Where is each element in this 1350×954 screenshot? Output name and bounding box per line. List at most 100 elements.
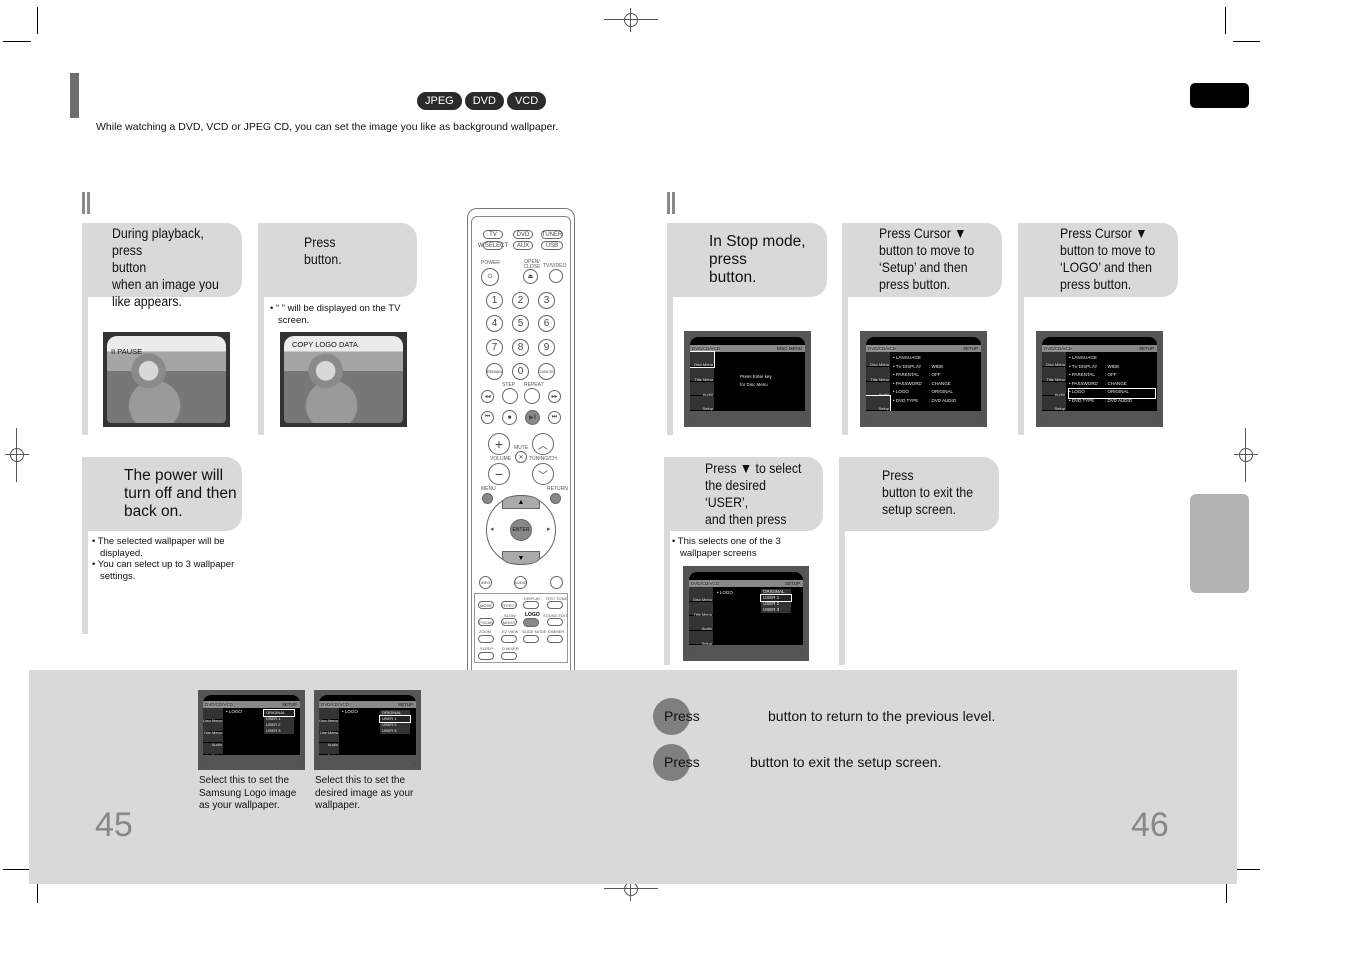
step-bubble: The power will turn off and then back on… (82, 457, 242, 531)
d-mixer-button[interactable] (501, 652, 517, 660)
volume-down-button[interactable]: − (488, 463, 510, 485)
mute-button[interactable]: ✕ (515, 451, 527, 463)
remain-button[interactable]: REMAIN (486, 363, 503, 380)
ez-view-label: EZ VIEW (502, 629, 519, 634)
usb-button[interactable]: USB (541, 241, 563, 250)
tv-screen-setup: DVD/CD/VCD SETUP Disc Menu Title Menu Aud… (860, 331, 987, 427)
crop-mark (1233, 41, 1260, 42)
cursor-down-button[interactable]: ▼ (502, 551, 540, 565)
rewind-button[interactable]: ◂◂ (481, 390, 494, 403)
logo-button[interactable] (523, 618, 539, 627)
title-bar-marker (70, 73, 79, 118)
mo-st-button[interactable]: MO/ST (501, 618, 517, 626)
tip-press: Press (664, 708, 700, 724)
section-marker (82, 192, 90, 214)
dimmer-button[interactable] (547, 635, 563, 643)
play-pause-button[interactable]: ▶‖ (525, 410, 540, 425)
step-bubble: Press Cursor ▼ button to move to ‘Setup’… (842, 223, 1002, 297)
prev-button[interactable]: ⏮ (481, 411, 494, 424)
step-bubble: Press button. (258, 223, 417, 297)
tip-exit-text: button to exit the setup screen. (750, 754, 942, 770)
wselect-button[interactable]: W.SELECT (478, 241, 508, 250)
digit-6-button[interactable]: 6 (538, 315, 555, 332)
power-label: POWER (481, 260, 500, 266)
sleep-button[interactable] (478, 652, 494, 660)
cursor-left-button[interactable]: ◂ (490, 525, 494, 533)
fast-forward-button[interactable]: ▸▸ (548, 390, 561, 403)
step-button[interactable] (502, 388, 518, 404)
chapter-tab (1190, 83, 1249, 108)
test-tone-button[interactable] (547, 601, 563, 609)
d-mixer-label: D.MIXER (502, 646, 519, 651)
enter-button[interactable]: ENTER (510, 519, 532, 541)
open-close-button[interactable]: ⏏ (523, 269, 538, 284)
dvd-button[interactable]: DVD (513, 230, 533, 239)
stop-button[interactable]: ■ (502, 410, 517, 425)
tuner-button[interactable]: TUNER (541, 230, 563, 239)
step-text: Press button to exit the setup screen. (882, 467, 974, 517)
step-text: Press Cursor ▼ button to move to ‘Setup’… (879, 225, 975, 292)
subtitle-button[interactable] (550, 576, 563, 589)
digit-7-button[interactable]: 7 (486, 339, 503, 356)
tuning-label: TUNING/CH (529, 456, 557, 462)
return-button[interactable] (550, 493, 561, 504)
page-number-left: 45 (95, 806, 133, 844)
intro-text: While watching a DVD, VCD or JPEG CD, yo… (96, 121, 559, 133)
aux-button[interactable]: AUX (513, 241, 533, 250)
audio-button[interactable]: AUDIO (514, 576, 527, 589)
p-scan-button[interactable]: P.SCAN (478, 618, 494, 626)
page-number-right: 46 (1131, 806, 1169, 844)
tv-screen-setup-logo: DVD/CD/VCD SETUP Disc Menu Title Menu Aud… (1036, 331, 1163, 427)
digit-3-button[interactable]: 3 (538, 292, 555, 309)
power-button[interactable]: ⏻ (481, 268, 499, 286)
disc-type-badges: JPEG DVD VCD (417, 92, 547, 110)
volume-up-button[interactable]: + (488, 433, 510, 455)
step-bubble: During playback, press button when an im… (82, 223, 242, 309)
tuning-up-button[interactable]: ︿ (532, 433, 554, 455)
digit-0-button[interactable]: 0 (512, 363, 529, 380)
info-button[interactable]: INFO (479, 576, 492, 589)
zoom-button[interactable] (478, 635, 494, 643)
effect-button[interactable]: EFFECT (501, 601, 517, 609)
remote-control: TV DVD TUNER W.SELECT AUX USB POWER OPEN… (467, 208, 575, 728)
cursor-right-button[interactable]: ▸ (547, 525, 551, 533)
digit-8-button[interactable]: 8 (512, 339, 529, 356)
digit-1-button[interactable]: 1 (486, 292, 503, 309)
tv-button[interactable]: TV (483, 230, 503, 239)
slide-mode-button[interactable] (523, 635, 539, 643)
display-button[interactable] (523, 601, 539, 609)
tv-screen-disc-menu: DVD/CD/VCD DISC MENU Disc Menu Title Menu… (684, 331, 811, 427)
step-bubble: In Stop mode, press button. (667, 223, 827, 297)
side-tab (1190, 494, 1249, 593)
menu-button[interactable] (482, 493, 493, 504)
ez-view-button[interactable] (501, 635, 517, 643)
cursor-up-button[interactable]: ▲ (502, 495, 540, 509)
step-text: Press button. (304, 234, 342, 267)
mode-button[interactable]: MODE (478, 601, 494, 609)
badge-dvd: DVD (464, 92, 504, 110)
sound-edit-button[interactable] (547, 618, 563, 626)
cancel-button[interactable]: CANCEL (538, 363, 555, 380)
digit-2-button[interactable]: 2 (512, 292, 529, 309)
tv-screen-user: DVD/CD/VCD SETUP Disc Menu Title Menu Audio… (314, 690, 421, 770)
section-marker (667, 192, 675, 214)
step-notes: The selected wallpaper will be displayed… (92, 536, 242, 582)
step-text: In Stop mode, press button. (709, 233, 806, 286)
tv-screen-original: DVD/CD/VCD SETUP Disc Menu Title Menu Audio… (198, 690, 305, 770)
step-bubble: Press ▼ to select the desired ‘USER’, an… (664, 457, 823, 544)
photo-caption: COPY LOGO DATA (292, 340, 358, 349)
photo-caption: II PAUSE (111, 347, 143, 356)
dimmer-label: DIMMER (548, 629, 565, 634)
slide-mode-label: SLIDE MODE (522, 629, 547, 634)
digit-9-button[interactable]: 9 (538, 339, 555, 356)
sleep-label: SLEEP (480, 646, 493, 651)
repeat-button[interactable] (524, 388, 540, 404)
digit-5-button[interactable]: 5 (512, 315, 529, 332)
next-button[interactable]: ⏭ (548, 411, 561, 424)
caption-user: Select this to set the desired image as … (315, 775, 414, 811)
badge-jpeg: JPEG (417, 92, 462, 110)
crop-mark (3, 41, 31, 42)
digit-4-button[interactable]: 4 (486, 315, 503, 332)
tuning-down-button[interactable]: ﹀ (532, 463, 554, 485)
tv-video-button[interactable] (549, 269, 563, 283)
